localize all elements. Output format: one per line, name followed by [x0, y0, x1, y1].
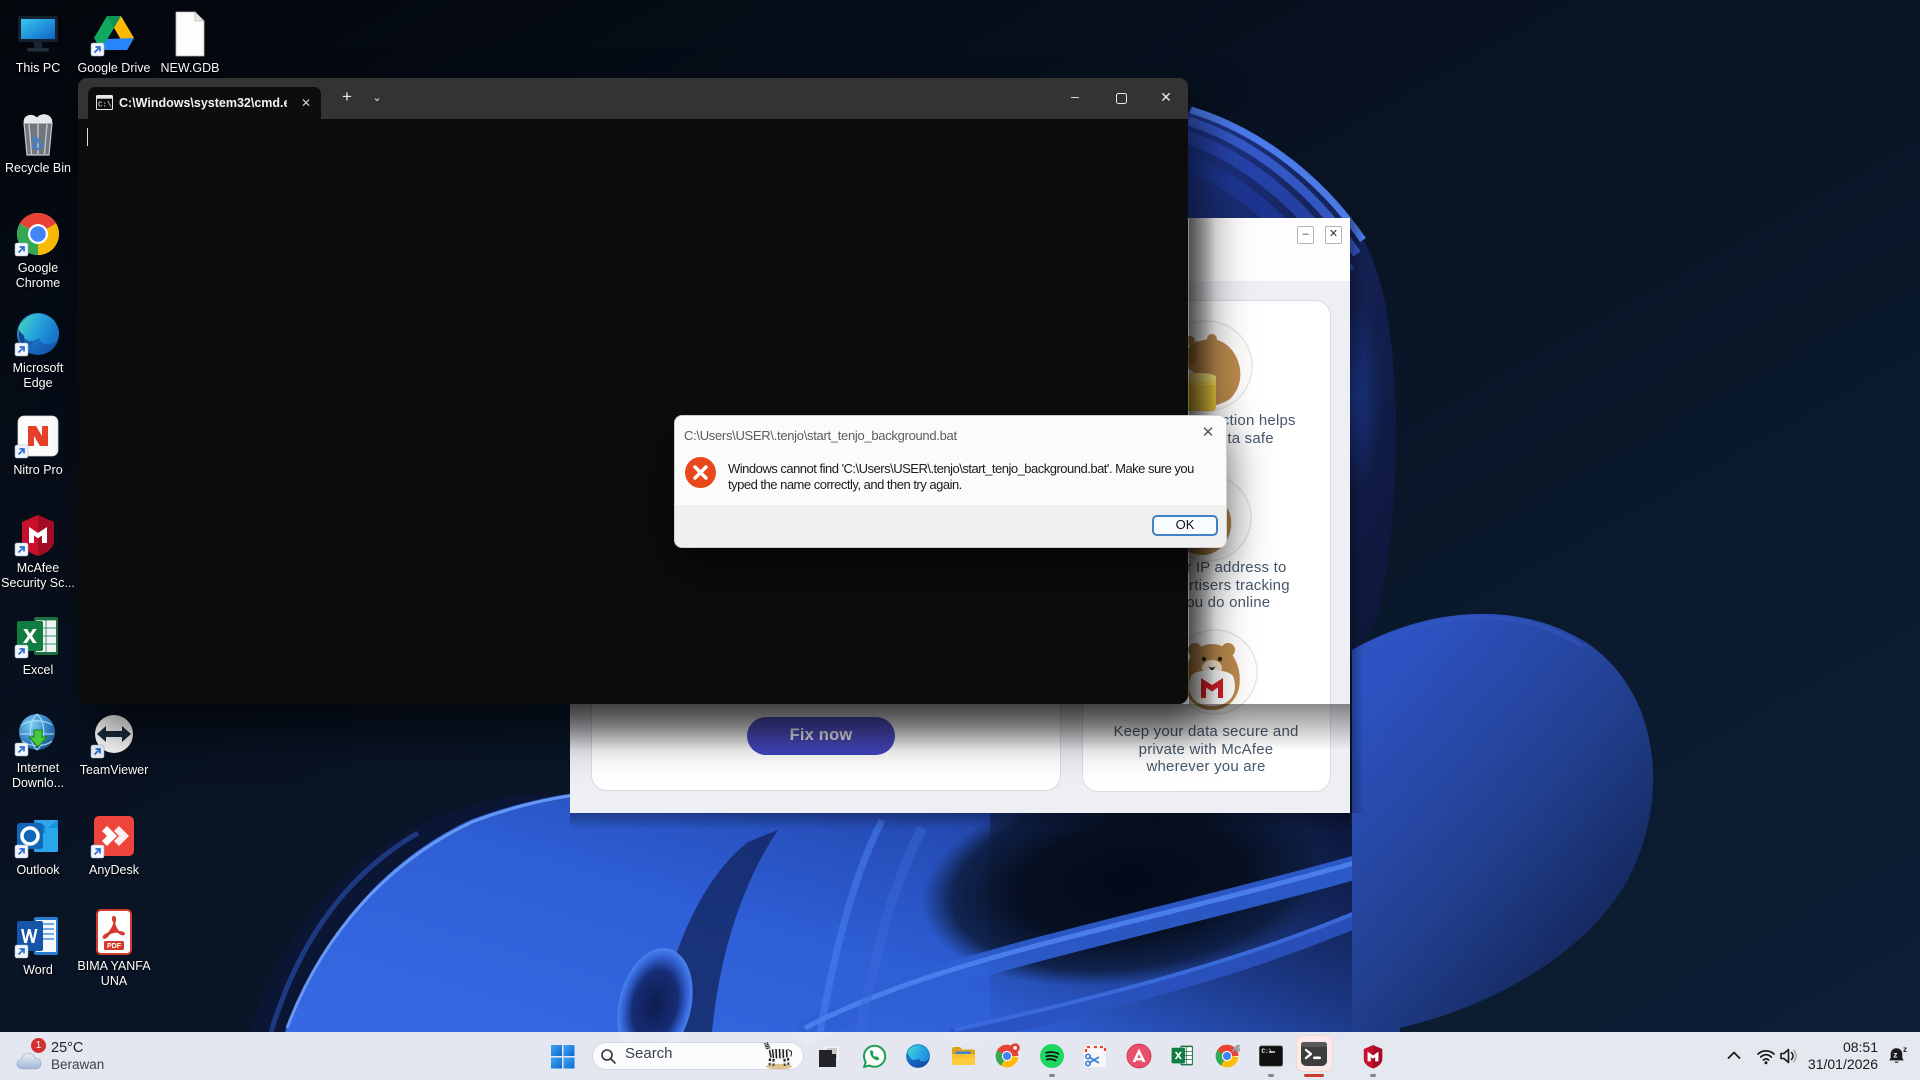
svg-text:z: z — [1893, 1050, 1897, 1060]
svg-text:z: z — [1903, 1045, 1907, 1054]
svg-text:PDF: PDF — [107, 943, 122, 950]
svg-text:C:\_: C:\_ — [98, 102, 113, 110]
